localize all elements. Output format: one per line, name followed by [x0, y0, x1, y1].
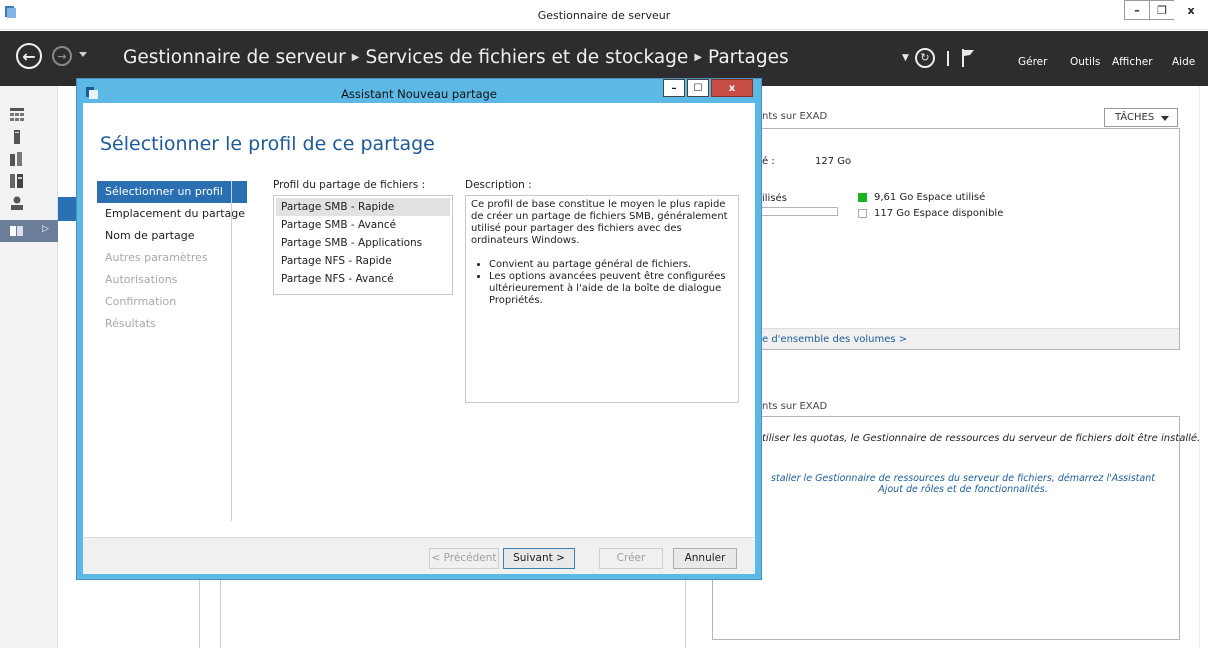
install-fsrm-link[interactable]: staller le Gestionnaire de ressources du…: [758, 473, 1168, 495]
quota-panel-title: nts sur EXAD: [762, 401, 828, 412]
dashboard-icon[interactable]: [10, 108, 24, 122]
dialog-footer: < Précédent Suivant > Créer Annuler: [83, 537, 755, 574]
description-bullet: Convient au partage général de fichiers.: [489, 259, 733, 271]
refresh-icon[interactable]: ↻: [914, 48, 935, 68]
list-item-smb-advanced[interactable]: Partage SMB - Avancé: [276, 216, 450, 234]
breadcrumb: Gestionnaire de serveur ▶ Services de fich…: [123, 47, 789, 68]
step-permissions: Autorisations: [105, 273, 178, 286]
usage-bar: [762, 207, 838, 216]
description-box: Ce profil de base constitue le moyen le …: [465, 195, 739, 403]
profile-list[interactable]: Partage SMB - Rapide Partage SMB - Avanc…: [273, 195, 453, 295]
tasks-label: TÂCHES: [1115, 112, 1155, 123]
breadcrumb-item-shares[interactable]: Partages: [708, 47, 789, 68]
window-minimize-button[interactable]: –: [1124, 0, 1150, 20]
window-titlebar: Gestionnaire de serveur – ❐ x: [0, 0, 1208, 30]
step-results: Résultats: [105, 317, 156, 330]
user-server-icon[interactable]: [10, 196, 24, 210]
list-item-nfs-advanced[interactable]: Partage NFS - Avancé: [276, 270, 450, 288]
breadcrumb-separator-icon: ▶: [694, 52, 703, 63]
volume-panel: [712, 128, 1180, 350]
menu-view[interactable]: Afficher: [1112, 56, 1153, 68]
step-other-settings: Autres paramètres: [105, 251, 208, 264]
menu-help[interactable]: Aide: [1172, 56, 1195, 68]
used-legend-swatch: [858, 193, 867, 202]
shares-list-area: [220, 580, 686, 648]
nav-selected-indicator: [58, 197, 76, 221]
dialog-minimize-button[interactable]: –: [663, 79, 685, 97]
window-maximize-button[interactable]: ❐: [1149, 0, 1175, 20]
quota-panel: [712, 416, 1180, 640]
storage-icon: [10, 226, 23, 236]
right-scrollbar[interactable]: [1199, 86, 1208, 648]
dialog-close-button[interactable]: x: [711, 79, 753, 97]
volume-panel-title: nts sur EXAD: [762, 111, 828, 122]
window-title: Gestionnaire de serveur: [537, 9, 671, 22]
forward-arrow-icon[interactable]: →: [52, 46, 72, 66]
breadcrumb-item-server-manager[interactable]: Gestionnaire de serveur: [123, 47, 346, 68]
volumes-overview-link[interactable]: e d'ensemble des volumes >: [762, 334, 907, 345]
local-server-icon[interactable]: [10, 130, 24, 144]
wizard-steps: Sélectionner un profil Emplacement du pa…: [97, 181, 247, 335]
chevron-down-icon: [1161, 116, 1169, 121]
free-legend-swatch: [858, 209, 867, 218]
steps-divider: [231, 181, 232, 521]
description-label: Description :: [465, 179, 532, 191]
dialog-maximize-button[interactable]: ☐: [687, 79, 709, 97]
menu-tools[interactable]: Outils: [1070, 56, 1100, 68]
step-share-location[interactable]: Emplacement du partage: [97, 203, 247, 225]
new-share-wizard-dialog: Assistant Nouveau partage – ☐ x Sélectio…: [76, 78, 762, 580]
dialog-body: Sélectionner le profil de ce partage Sél…: [83, 103, 755, 574]
back-arrow-icon[interactable]: ←: [16, 43, 42, 69]
toolbar-divider: [946, 50, 949, 66]
capacity-label: é :: [762, 156, 775, 167]
used-legend: 9,61 Go Espace utilisé: [874, 192, 986, 203]
expand-arrow-icon[interactable]: ▷: [42, 224, 49, 234]
profile-list-label: Profil du partage de fichiers :: [273, 179, 426, 191]
menu-manage[interactable]: Gérer: [1018, 56, 1047, 68]
cancel-button[interactable]: Annuler: [673, 548, 737, 569]
previous-button[interactable]: < Précédent: [429, 548, 499, 569]
description-text: Ce profil de base constitue le moyen le …: [471, 199, 728, 246]
page-title: Sélectionner le profil de ce partage: [100, 133, 435, 155]
notifications-flag-icon[interactable]: [961, 49, 975, 67]
free-legend: 117 Go Espace disponible: [874, 208, 1004, 219]
step-share-name[interactable]: Nom de partage: [97, 225, 247, 247]
step-select-profile[interactable]: Sélectionner un profil: [97, 181, 247, 203]
breadcrumb-separator-icon: ▶: [351, 52, 360, 63]
breadcrumb-item-file-services[interactable]: Services de fichiers et de stockage: [365, 47, 688, 68]
history-dropdown-icon[interactable]: [79, 52, 87, 57]
list-item-smb-quick[interactable]: Partage SMB - Rapide: [276, 198, 450, 216]
description-bullet: Les options avancées peuvent être config…: [489, 271, 733, 307]
capacity-value: 127 Go: [815, 156, 852, 167]
left-rail: ▷: [0, 86, 58, 648]
window-close-button[interactable]: x: [1174, 0, 1208, 20]
file-services-icon[interactable]: [10, 174, 24, 188]
dialog-title: Assistant Nouveau partage: [341, 87, 497, 101]
rail-selected-item[interactable]: [0, 220, 58, 242]
list-item-smb-applications[interactable]: Partage SMB - Applications: [276, 234, 450, 252]
quota-message: tiliser les quotas, le Gestionnaire de r…: [762, 433, 1201, 444]
next-button[interactable]: Suivant >: [503, 548, 575, 569]
step-confirmation: Confirmation: [105, 295, 177, 308]
refresh-dropdown-icon[interactable]: ▼: [902, 53, 909, 63]
create-button[interactable]: Créer: [599, 548, 663, 569]
used-label: ilisés: [762, 193, 787, 204]
list-item-nfs-quick[interactable]: Partage NFS - Rapide: [276, 252, 450, 270]
tasks-dropdown[interactable]: TÂCHES: [1104, 108, 1178, 127]
all-servers-icon[interactable]: [10, 152, 24, 166]
